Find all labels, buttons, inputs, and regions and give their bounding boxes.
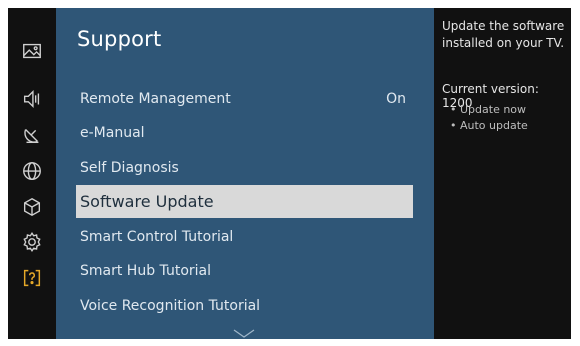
menu-item-label: Software Update xyxy=(80,192,214,211)
menu-item-label: Voice Recognition Tutorial xyxy=(80,298,261,314)
system-icon[interactable] xyxy=(20,195,44,219)
menu-item-label: Remote Management xyxy=(80,91,231,107)
support-icon[interactable] xyxy=(20,266,44,290)
info-pane: Update the software installed on your TV… xyxy=(434,8,571,339)
menu-item-voice-recognition-tutorial[interactable]: Voice Recognition Tutorial xyxy=(76,290,413,323)
tv-screen: Support Remote Management On e-Manual Se… xyxy=(8,8,571,339)
menu-item-value: On xyxy=(386,91,406,107)
broadcast-icon[interactable] xyxy=(20,123,44,147)
scroll-down-chevron-icon[interactable] xyxy=(233,329,255,339)
menu-item-smart-hub-tutorial[interactable]: Smart Hub Tutorial xyxy=(76,255,413,288)
menu-item-smart-control-tutorial[interactable]: Smart Control Tutorial xyxy=(76,221,413,254)
menu-item-self-diagnosis[interactable]: Self Diagnosis xyxy=(76,152,413,185)
settings-icon[interactable] xyxy=(20,230,44,254)
info-option: Update now xyxy=(450,102,528,118)
panel-title: Support xyxy=(77,27,162,51)
menu-item-label: Smart Hub Tutorial xyxy=(80,263,212,279)
menu-item-label: e-Manual xyxy=(80,125,145,141)
info-options-list: Update now Auto update xyxy=(450,102,528,134)
info-description: Update the software installed on your TV… xyxy=(442,19,565,50)
menu-item-software-update[interactable]: Software Update xyxy=(76,185,413,218)
menu-item-label: Self Diagnosis xyxy=(80,160,179,176)
picture-icon[interactable] xyxy=(20,39,44,63)
sound-icon[interactable] xyxy=(20,87,44,111)
menu-item-e-manual[interactable]: e-Manual xyxy=(76,117,413,150)
menu-item-remote-management[interactable]: Remote Management On xyxy=(76,83,413,116)
support-panel: Support Remote Management On e-Manual Se… xyxy=(56,8,434,339)
info-option: Auto update xyxy=(450,118,528,134)
menu-item-label: Smart Control Tutorial xyxy=(80,229,234,245)
network-icon[interactable] xyxy=(20,159,44,183)
category-rail xyxy=(8,8,56,339)
